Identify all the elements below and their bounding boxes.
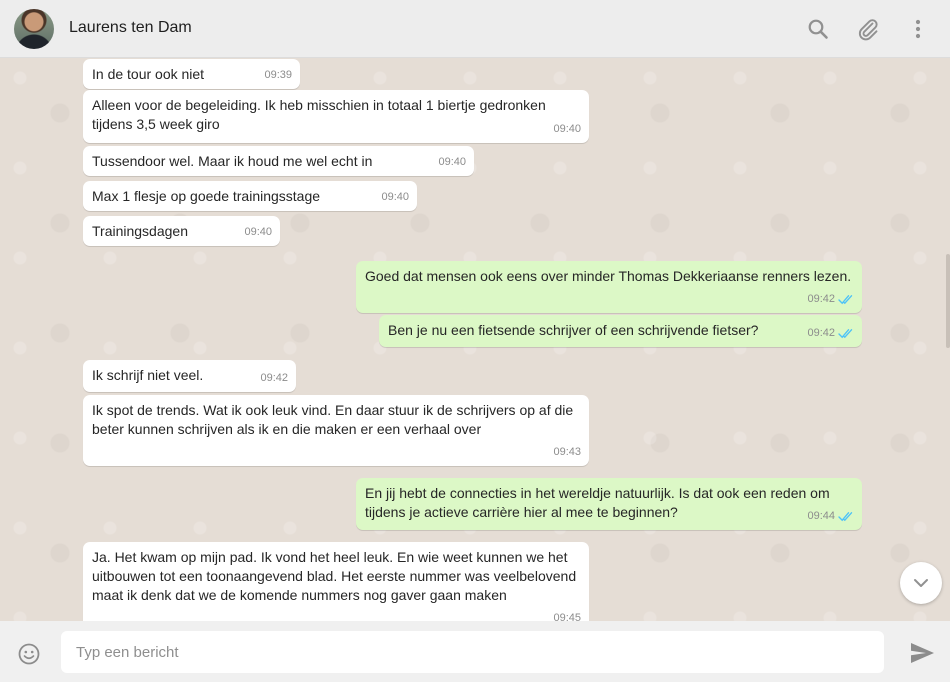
read-receipt-icon — [838, 295, 853, 305]
message-bubble-outgoing: En jij hebt de connecties in het wereldj… — [356, 478, 862, 530]
emoji-icon[interactable] — [17, 642, 41, 666]
message-text: Ja. Het kwam op mijn pad. Ik vond het he… — [92, 549, 577, 603]
message-list[interactable]: In de tour ook niet 09:39 Alleen voor de… — [0, 58, 950, 621]
send-icon[interactable] — [909, 641, 935, 665]
message-text: Tussendoor wel. Maar ik houd me wel echt… — [92, 153, 373, 169]
read-receipt-icon — [838, 512, 853, 522]
message-bubble-outgoing: Ben je nu een fietsende schrijver of een… — [379, 315, 862, 347]
contact-name[interactable]: Laurens ten Dam — [69, 19, 192, 37]
message-bubble-incoming: Ja. Het kwam op mijn pad. Ik vond het he… — [83, 542, 589, 621]
message-time: 09:42 — [260, 372, 288, 384]
message-time: 09:45 — [553, 612, 581, 621]
message-bubble-incoming: In de tour ook niet 09:39 — [83, 59, 300, 89]
message-text: En jij hebt de connecties in het wereldj… — [365, 485, 830, 520]
message-time: 09:42 — [807, 324, 854, 343]
message-time: 09:44 — [807, 507, 854, 526]
message-bubble-incoming: Ik spot de trends. Wat ik ook leuk vind.… — [83, 395, 589, 466]
message-bubble-incoming: Alleen voor de begeleiding. Ik heb missc… — [83, 90, 589, 143]
search-icon[interactable] — [806, 17, 830, 41]
message-text: Ik spot de trends. Wat ik ook leuk vind.… — [92, 402, 574, 437]
message-input[interactable] — [61, 631, 884, 673]
message-bubble-incoming: Max 1 flesje op goede trainingsstage 09:… — [83, 181, 417, 211]
contact-avatar[interactable] — [14, 9, 54, 49]
message-bubble-incoming: Ik schrijf niet veel. 09:42 — [83, 360, 296, 392]
scrollbar[interactable] — [946, 254, 950, 348]
message-time: 09:42 — [807, 290, 854, 309]
message-text: Max 1 flesje op goede trainingsstage — [92, 188, 321, 204]
composer-bar — [0, 621, 950, 682]
message-time: 09:39 — [264, 69, 292, 81]
message-text: Ik schrijf niet veel. — [92, 367, 204, 383]
message-time: 09:40 — [381, 191, 409, 203]
message-text: Ben je nu een fietsende schrijver of een… — [388, 322, 759, 338]
menu-icon[interactable] — [906, 17, 930, 41]
chat-header: Laurens ten Dam — [0, 0, 950, 58]
message-bubble-incoming: Trainingsdagen 09:40 — [83, 216, 280, 246]
message-text: Goed dat mensen ook eens over minder Tho… — [365, 268, 852, 284]
scroll-to-bottom-button[interactable] — [900, 562, 942, 604]
attach-icon[interactable] — [856, 17, 880, 41]
message-text: In de tour ook niet — [92, 66, 205, 82]
message-time: 09:43 — [553, 446, 581, 458]
message-time: 09:40 — [553, 123, 581, 135]
message-bubble-outgoing: Goed dat mensen ook eens over minder Tho… — [356, 261, 862, 313]
chevron-down-icon — [914, 579, 928, 587]
message-text: Alleen voor de begeleiding. Ik heb missc… — [92, 97, 546, 132]
message-time: 09:40 — [244, 226, 272, 238]
message-time: 09:40 — [438, 156, 466, 168]
read-receipt-icon — [838, 329, 853, 339]
message-bubble-incoming: Tussendoor wel. Maar ik houd me wel echt… — [83, 146, 474, 176]
